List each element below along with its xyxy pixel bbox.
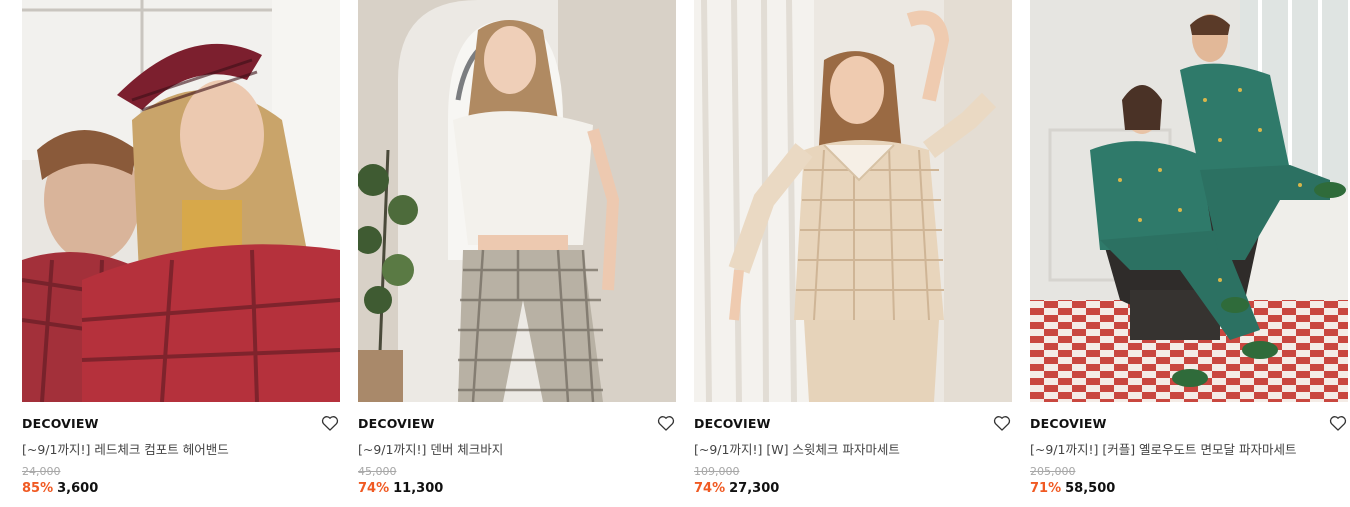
product-card[interactable]: DECOVIEW [~9/1까지!] 레드체크 컴포트 헤어밴드 24,000 … — [22, 0, 340, 507]
sale-price: 11,300 — [393, 481, 444, 496]
heart-outline-icon[interactable] — [992, 413, 1012, 433]
product-photo-couple-red-check — [22, 0, 340, 402]
product-title[interactable]: [~9/1까지!] 레드체크 컴포트 헤어밴드 — [22, 439, 229, 458]
original-price: 45,000 — [358, 465, 397, 478]
discount-rate: 74% — [694, 481, 726, 496]
product-title[interactable]: [~9/1까지!] [W] 스윗체크 파자마세트 — [694, 439, 900, 458]
product-card[interactable]: DECOVIEW [~9/1까지!] 덴버 체크바지 45,000 74% 11,… — [358, 0, 676, 507]
original-price: 109,000 — [694, 465, 740, 478]
price-row: 74% 11,300 — [358, 481, 443, 496]
product-card[interactable]: DECOVIEW [~9/1까지!] [W] 스윗체크 파자마세트 109,00… — [694, 0, 1012, 507]
price-row: 71% 58,500 — [1030, 481, 1115, 496]
brand-name[interactable]: DECOVIEW — [358, 416, 435, 431]
discount-rate: 71% — [1030, 481, 1062, 496]
heart-outline-icon[interactable] — [1328, 413, 1348, 433]
price-row: 74% 27,300 — [694, 481, 779, 496]
product-card[interactable]: DECOVIEW [~9/1까지!] [커플] 옐로우도트 면모달 파자마세트 … — [1030, 0, 1348, 507]
original-price: 24,000 — [22, 465, 61, 478]
product-title[interactable]: [~9/1까지!] [커플] 옐로우도트 면모달 파자마세트 — [1030, 439, 1297, 458]
discount-rate: 85% — [22, 481, 54, 496]
product-image[interactable] — [358, 0, 676, 402]
product-title[interactable]: [~9/1까지!] 덴버 체크바지 — [358, 439, 503, 458]
brand-name[interactable]: DECOVIEW — [22, 416, 99, 431]
brand-name[interactable]: DECOVIEW — [1030, 416, 1107, 431]
product-image[interactable] — [22, 0, 340, 402]
product-image[interactable] — [1030, 0, 1348, 402]
sale-price: 3,600 — [57, 481, 99, 496]
sale-price: 27,300 — [729, 481, 780, 496]
product-photo-couple-green-pajamas — [1030, 0, 1348, 402]
sale-price: 58,500 — [1065, 481, 1116, 496]
price-row: 85% 3,600 — [22, 481, 98, 496]
product-grid: DECOVIEW [~9/1까지!] 레드체크 컴포트 헤어밴드 24,000 … — [0, 0, 1350, 507]
discount-rate: 74% — [358, 481, 390, 496]
original-price: 205,000 — [1030, 465, 1076, 478]
heart-outline-icon[interactable] — [320, 413, 340, 433]
heart-outline-icon[interactable] — [656, 413, 676, 433]
product-image[interactable] — [694, 0, 1012, 402]
product-photo-beige-pajama-set — [694, 0, 1012, 402]
product-photo-check-pants — [358, 0, 676, 402]
brand-name[interactable]: DECOVIEW — [694, 416, 771, 431]
